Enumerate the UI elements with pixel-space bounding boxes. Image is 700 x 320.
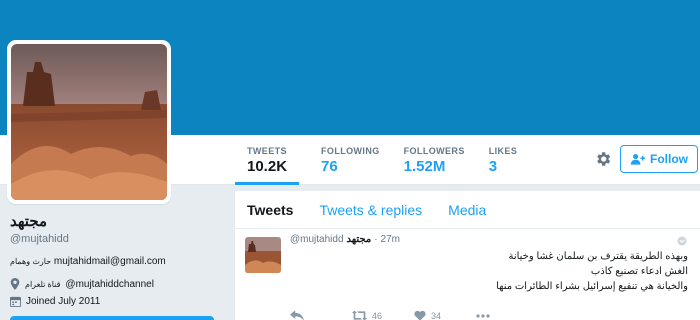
location-telegram-label: قناة تلغرام [25, 279, 61, 289]
like-count: 34 [431, 310, 442, 320]
tweet-author-name[interactable]: مجتهد [347, 234, 372, 245]
follow-button-label: Follow [650, 152, 688, 166]
tweet-avatar[interactable] [245, 237, 281, 273]
tweet-separator: · [374, 234, 378, 245]
chevron-down-icon[interactable] [677, 236, 687, 246]
stat-followers-value: 1.52M [403, 158, 446, 175]
tweet-line: والخيانة هي تنفيع إسرائيل بشراء الطائرات… [496, 281, 688, 292]
profile-display-name: مجتهد [10, 213, 48, 230]
stat-likes-value: 3 [488, 158, 498, 175]
follow-button[interactable]: Follow [620, 145, 698, 173]
location-telegram-handle[interactable]: @mujtahiddchannel [65, 279, 154, 290]
stat-followers[interactable]: FOLLOWERS 1.52M [392, 135, 477, 185]
joined-date: Joined July 2011 [26, 296, 101, 307]
stat-following-label: FOLLOWING [321, 146, 380, 156]
more-button[interactable] [476, 313, 490, 318]
profile-bio: حارث وهمام mujtahidmail@gmail.com [10, 255, 220, 269]
calendar-icon [10, 296, 21, 307]
retweet-button[interactable]: 46 [352, 310, 414, 320]
stat-tweets-label: TWEETS [247, 146, 287, 156]
tweet-time[interactable]: 27m [381, 234, 400, 245]
reply-icon [290, 310, 304, 320]
tweet-actions: 46 34 [290, 310, 490, 320]
tweet-text: وبهذه الطريقة يقترف بن سلمان غشا وخيانة … [290, 249, 688, 294]
retweet-count: 46 [372, 310, 383, 320]
stat-following-value: 76 [321, 158, 338, 175]
profile-card: مجتهد @mujtahidd حارث وهمام mujtahidmail… [10, 212, 220, 307]
stat-following[interactable]: FOLLOWING 76 [309, 135, 392, 185]
stat-likes[interactable]: LIKES 3 [477, 135, 530, 185]
bio-arabic: حارث وهمام [10, 257, 52, 266]
profile-location: قناة تلغرام @mujtahiddchannel [10, 278, 220, 290]
tweet-to-button[interactable] [10, 316, 214, 320]
gear-icon[interactable] [594, 150, 612, 168]
tweet-line: الغش ادعاء تصنيع كاذب [590, 266, 688, 277]
stat-likes-label: LIKES [488, 146, 518, 156]
location-pin-icon [10, 278, 20, 290]
bio-email[interactable]: mujtahidmail@gmail.com [54, 256, 166, 267]
more-dots-icon [476, 313, 490, 318]
stat-followers-label: FOLLOWERS [403, 146, 465, 156]
tweet-handle[interactable]: @mujtahidd [290, 234, 344, 245]
tweet-line: وبهذه الطريقة يقترف بن سلمان غشا وخيانة [508, 251, 688, 262]
add-user-icon [630, 154, 646, 165]
avatar-image [11, 44, 167, 200]
tweet-item[interactable]: @mujtahidd مجتهد · 27m وبهذه الطريقة يقت… [235, 191, 700, 320]
reply-button[interactable] [290, 310, 352, 320]
stat-tweets[interactable]: TWEETS 10.2K [235, 135, 300, 185]
like-button[interactable]: 34 [414, 310, 476, 320]
retweet-icon [352, 310, 367, 320]
profile-joined: Joined July 2011 [10, 296, 220, 307]
stat-tweets-value: 10.2K [247, 158, 288, 175]
profile-handle: @mujtahidd [10, 233, 69, 245]
profile-stats: TWEETS 10.2K FOLLOWING 76 FOLLOWERS 1.52… [235, 135, 529, 185]
heart-icon [414, 310, 426, 320]
tweet-header: @mujtahidd مجتهد · 27m [290, 234, 400, 245]
profile-avatar[interactable] [7, 40, 171, 204]
